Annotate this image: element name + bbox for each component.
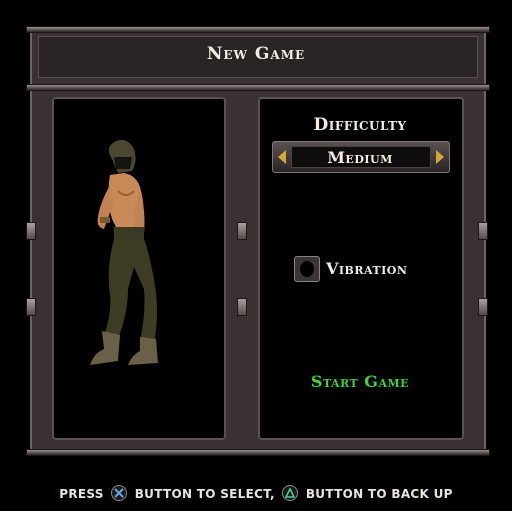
vibration-label[interactable]: Vibration: [326, 259, 407, 278]
bottom-rail: [26, 449, 490, 456]
title-divider-rail: [26, 84, 490, 91]
select-hint-text: BUTTON TO SELECT,: [134, 487, 275, 501]
character-preview-panel: [52, 97, 226, 440]
press-text: PRESS: [59, 487, 104, 501]
page-title: New Game: [206, 44, 306, 64]
arrow-right-icon[interactable]: [436, 150, 444, 164]
right-post: [478, 222, 488, 240]
left-post-lower: [26, 298, 36, 316]
difficulty-value: Medium: [327, 148, 393, 167]
vibration-checkbox[interactable]: [294, 256, 320, 282]
center-post-lower: [237, 298, 247, 316]
left-post: [26, 222, 36, 240]
cross-button-icon: [111, 485, 128, 501]
button-hint-bar: PRESS BUTTON TO SELECT, BUTTON TO BACK U…: [0, 485, 512, 501]
center-post: [237, 222, 247, 240]
start-game-button[interactable]: Start Game: [260, 372, 460, 391]
arrow-left-icon[interactable]: [278, 150, 286, 164]
checkbox-indicator-icon: [300, 261, 314, 277]
right-post-lower: [478, 298, 488, 316]
top-rail: [26, 26, 490, 33]
character-figure: [90, 140, 158, 365]
difficulty-label: Difficulty: [313, 115, 407, 135]
triangle-button-icon: [282, 485, 299, 501]
back-hint-text: BUTTON TO BACK UP: [305, 487, 453, 501]
